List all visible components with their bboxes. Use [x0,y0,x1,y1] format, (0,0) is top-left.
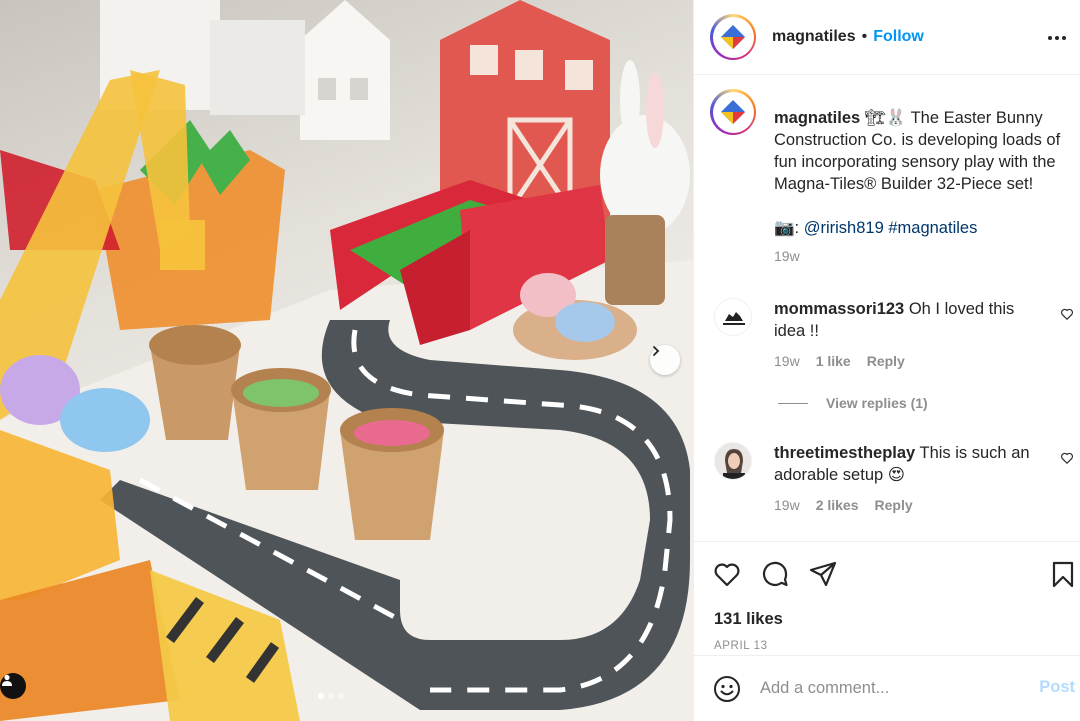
caption-timestamp[interactable]: 19w [774,248,800,264]
mommassori-logo-icon [715,299,751,335]
caption-author-avatar[interactable] [710,89,756,135]
carousel-indicator [318,693,344,699]
comment-body: threetimestheplay This is such an adorab… [774,442,1044,516]
header-username[interactable]: magnatiles [772,28,856,46]
reply-button[interactable]: Reply [867,353,905,369]
comment-username[interactable]: threetimestheplay [774,444,915,462]
carousel-dot [318,693,324,699]
next-photo-button[interactable] [650,345,680,375]
heart-icon[interactable] [712,559,742,589]
post-date[interactable]: APRIL 13 [714,640,768,652]
send-icon[interactable] [808,559,838,589]
user-photo-icon [715,443,751,479]
commenter-avatar[interactable] [714,298,752,336]
comment-timestamp[interactable]: 19w [774,353,800,369]
caption-text-block: magnatiles 🏗🐰 The Easter Bunny Construct… [774,107,1070,267]
view-replies-button[interactable]: View replies (1) [778,395,928,411]
camera-credit-label: 📷: [774,219,800,237]
user-tag-icon [2,674,12,686]
carousel-dot [338,693,344,699]
smiley-icon[interactable] [712,674,742,704]
heart-icon[interactable] [1060,451,1074,465]
caption-hashtag-link[interactable]: #magnatiles [888,219,977,237]
photo-illustration [0,0,693,721]
comment-timestamp[interactable]: 19w [774,497,800,513]
view-replies-label: View replies (1) [826,395,928,411]
header-separator: • [861,28,868,45]
comment-body: mommassori123 Oh I loved this idea !! 19… [774,298,1044,372]
caption-username[interactable]: magnatiles [774,109,860,127]
post-photo[interactable] [0,0,693,721]
bookmark-icon[interactable] [1048,559,1078,589]
caption-meta: 19w [774,245,1070,267]
magnatiles-logo-icon [721,100,745,124]
comment-meta: 19w 1 like Reply [774,350,1044,372]
likes-count[interactable]: 131 likes [714,610,783,629]
author-avatar[interactable] [710,14,756,60]
comment-input[interactable] [760,673,1030,704]
heart-icon[interactable] [1060,307,1074,321]
caption-mention-link[interactable]: @rirish819 [804,219,884,237]
commenter-avatar[interactable] [714,442,752,480]
comment-meta: 19w 2 likes Reply [774,494,1044,516]
follow-button[interactable]: Follow [873,28,924,46]
magnatiles-logo-icon [721,25,745,49]
view-replies-line [778,402,808,404]
carousel-dot [328,693,334,699]
comment-icon[interactable] [760,559,790,589]
post-details-panel: magnatiles • Follow magnatiles 🏗🐰 The Ea… [693,0,1080,721]
comments-section: magnatiles 🏗🐰 The Easter Bunny Construct… [694,76,1080,540]
post-header: magnatiles • Follow [694,0,1080,75]
comment-username[interactable]: mommassori123 [774,300,904,318]
comment-like-count[interactable]: 2 likes [816,497,859,513]
chevron-right-icon [653,346,660,356]
reply-button[interactable]: Reply [875,497,913,513]
add-comment-bar: Post [694,655,1080,721]
tagged-users-button[interactable] [0,673,26,699]
comment-like-count[interactable]: 1 like [816,353,851,369]
post-actions: 131 likes APRIL 13 [694,541,1080,655]
more-horizontal-icon[interactable] [1045,26,1069,50]
caption-emojis: 🏗🐰 [864,109,907,127]
post-comment-button[interactable]: Post [1039,678,1075,697]
